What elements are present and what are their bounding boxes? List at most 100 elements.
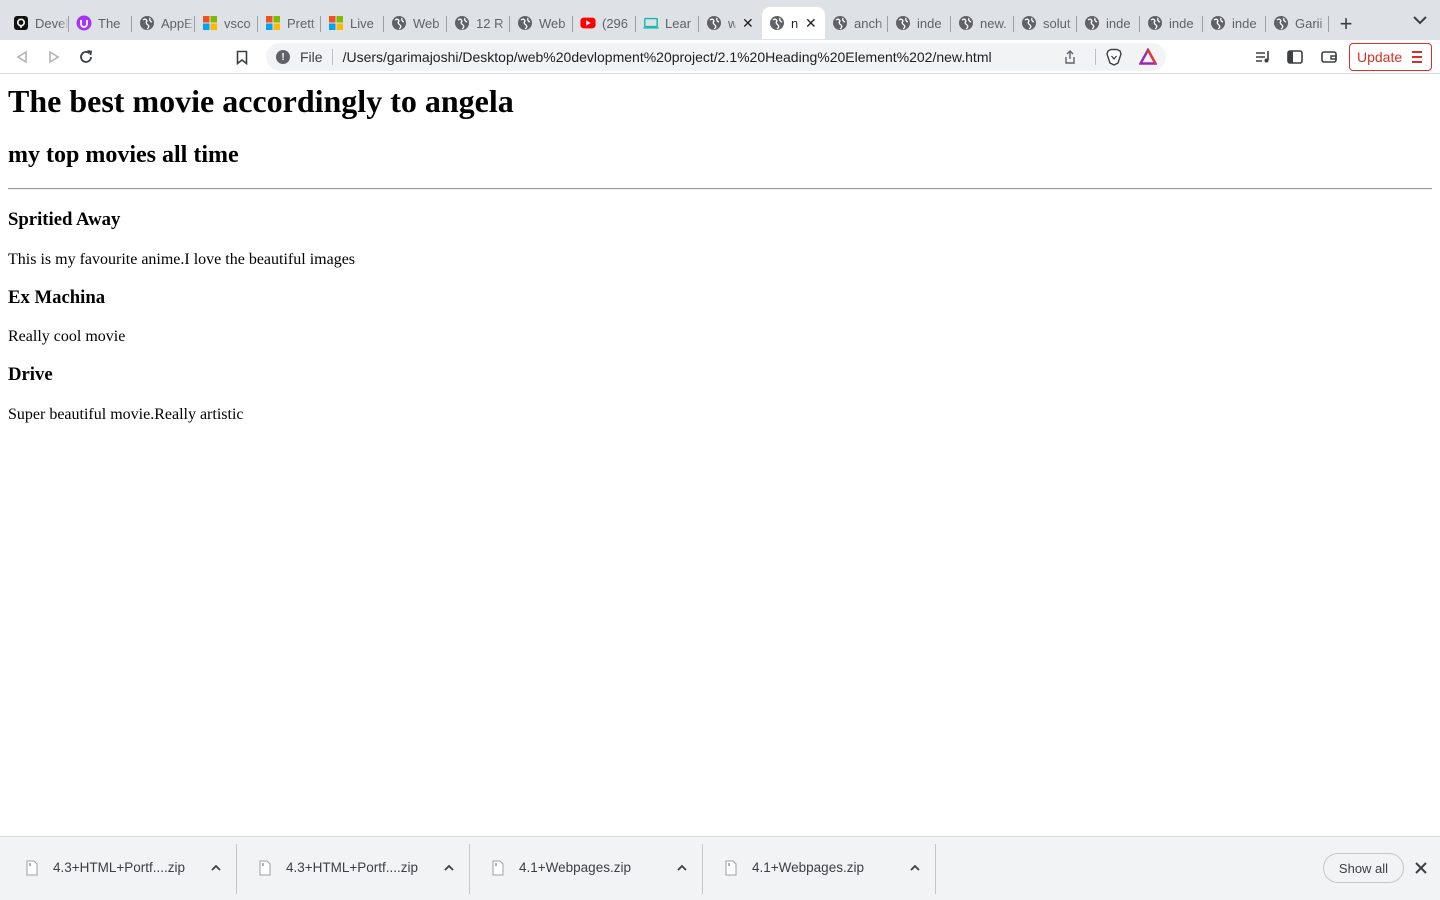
browser-tab[interactable]: w ✕ [699, 7, 762, 39]
reload-button[interactable] [76, 47, 96, 67]
chevron-up-icon[interactable] [443, 862, 455, 874]
tab-title: n [791, 15, 799, 31]
tab-title: The [98, 15, 121, 31]
file-icon [492, 860, 504, 876]
tab-title: anch [854, 15, 883, 31]
page-heading-h2: my top movies all time [8, 142, 239, 168]
movie-description: This is my favourite anime.I love the be… [8, 251, 356, 268]
download-item[interactable]: 4.1+Webpages.zip [470, 844, 703, 894]
globe-icon [517, 15, 533, 31]
download-filename: 4.3+HTML+Portf....zip [286, 860, 419, 875]
tab-search-chevron-icon[interactable] [1412, 12, 1428, 28]
chevron-up-icon[interactable] [210, 862, 222, 874]
new-tab-button[interactable]: + [1329, 4, 1363, 44]
playlist-icon [1256, 51, 1269, 63]
back-button[interactable] [12, 47, 32, 67]
browser-tab[interactable]: Devel [6, 7, 69, 39]
browser-tab[interactable]: The [69, 7, 132, 39]
update-label: Update [1357, 49, 1403, 65]
movie-title: Spritied Away [8, 209, 121, 230]
tab-title: Lear [665, 15, 692, 31]
forward-button[interactable] [44, 47, 64, 67]
tab-strip: Devel The AppE vsco Prett Live Web 12 R Web (296 L… [0, 0, 1440, 40]
address-bar[interactable]: ! File /Users/garimajoshi/Desktop/web%20… [266, 43, 1166, 71]
github-icon [13, 15, 29, 31]
browser-tab[interactable]: Web [384, 7, 447, 39]
browser-tab[interactable]: inde [1077, 7, 1140, 39]
browser-tab[interactable]: (296 [573, 7, 636, 39]
browser-tab[interactable]: inde [1203, 7, 1266, 39]
site-info-icon[interactable]: ! [276, 50, 290, 64]
wallet-button[interactable] [1319, 47, 1339, 67]
tab-list: Devel The AppE vsco Prett Live Web 12 R Web (296 L… [0, 0, 1329, 40]
download-filename: 4.3+HTML+Portf....zip [53, 860, 186, 875]
tab-title: vsco [224, 15, 251, 31]
tab-title: solut [1043, 15, 1071, 31]
tab-title: w [728, 15, 736, 31]
browser-tab[interactable]: vsco [195, 7, 258, 39]
download-shelf: 4.3+HTML+Portf....zip 4.3+HTML+Portf....… [0, 836, 1440, 900]
download-filename: 4.1+Webpages.zip [752, 860, 864, 875]
download-item[interactable]: 4.3+HTML+Portf....zip [4, 844, 237, 894]
movie-description: Really cool movie [8, 328, 126, 345]
tab-close-icon[interactable]: ✕ [742, 16, 756, 30]
browser-tab[interactable]: inde [888, 7, 951, 39]
url-text[interactable]: /Users/garimajoshi/Desktop/web%20devlopm… [343, 49, 992, 65]
browser-tab[interactable]: Lear [636, 7, 699, 39]
brave-rewards-icon[interactable] [1139, 48, 1157, 66]
globe-icon [139, 15, 155, 31]
tab-title: new. [980, 15, 1007, 31]
movie-title: Drive [8, 364, 53, 385]
microsoft-icon [265, 15, 281, 31]
globe-icon [706, 15, 722, 31]
browser-tab[interactable]: Live [321, 7, 384, 39]
browser-tab[interactable]: anch [825, 7, 888, 39]
tab-title: Web [539, 15, 566, 31]
share-icon[interactable] [1062, 49, 1078, 65]
globe-icon [454, 15, 470, 31]
bookmark-button[interactable] [232, 47, 252, 67]
browser-tab[interactable]: Prett [258, 7, 321, 39]
download-item[interactable]: 4.3+HTML+Portf....zip [237, 844, 470, 894]
chevron-up-icon[interactable] [909, 862, 921, 874]
reading-list-button[interactable] [1253, 47, 1273, 67]
tab-title: AppE [161, 15, 193, 31]
browser-toolbar: ! File /Users/garimajoshi/Desktop/web%20… [0, 40, 1440, 74]
learn-icon [643, 15, 659, 31]
tab-title: Devel [35, 15, 69, 31]
tab-close-icon[interactable]: ✕ [805, 16, 819, 30]
download-item[interactable]: 4.1+Webpages.zip [703, 844, 936, 894]
close-icon[interactable] [1414, 861, 1428, 875]
browser-tab[interactable]: new. [951, 7, 1014, 39]
back-arrow-icon [16, 50, 27, 64]
globe-icon [958, 15, 974, 31]
browser-tab[interactable]: inde [1140, 7, 1203, 39]
globe-icon [391, 15, 407, 31]
browser-tab[interactable]: 12 R [447, 7, 510, 39]
browser-tab[interactable]: Web [510, 7, 573, 39]
web-page-content: The best movie accordingly to angela my … [0, 75, 1440, 836]
browser-tab[interactable]: n ✕ [762, 7, 825, 39]
browser-tab[interactable]: solut [1014, 7, 1077, 39]
brave-shields-icon[interactable] [1105, 48, 1123, 66]
tab-title: inde [1106, 15, 1131, 31]
microsoft-icon [202, 15, 218, 31]
browser-tab[interactable]: Garii [1266, 7, 1329, 39]
omnibox-divider [1095, 49, 1096, 65]
sidebar-toggle-button[interactable] [1285, 47, 1305, 67]
show-all-button[interactable]: Show all [1323, 853, 1404, 883]
browser-tab[interactable]: AppE [132, 7, 195, 39]
file-icon [259, 860, 271, 876]
tab-title: inde [1169, 15, 1194, 31]
download-filename: 4.1+Webpages.zip [519, 860, 631, 875]
horizontal-rule [8, 188, 1432, 190]
tab-title: inde [1232, 15, 1257, 31]
sidebar-icon [1287, 50, 1303, 64]
download-divider [935, 844, 936, 894]
globe-icon [769, 15, 785, 31]
update-button[interactable]: Update [1349, 43, 1432, 71]
tab-title: 12 R [476, 15, 504, 31]
chevron-up-icon[interactable] [676, 862, 688, 874]
file-icon [725, 860, 737, 876]
tab-title: Web [413, 15, 440, 31]
